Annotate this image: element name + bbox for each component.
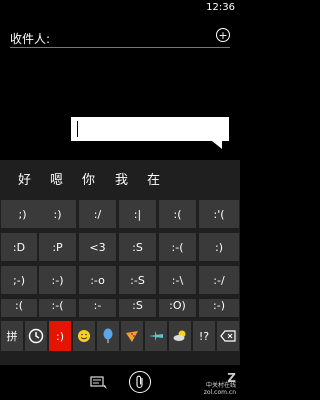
pizza-icon (126, 331, 138, 342)
watermark-line1: 中关村在线 (205, 382, 236, 389)
emoticon-key[interactable]: :( (1, 299, 37, 317)
status-bar: 12:36 (0, 0, 240, 16)
weather-tab-key[interactable] (169, 321, 191, 351)
watermark: Z 中关村在线 zol.com.cn (203, 371, 236, 396)
emoticon-key[interactable]: :D (1, 233, 37, 261)
clock-icon (28, 328, 44, 344)
recipient-label: 收件人: (10, 32, 51, 46)
airplane-tab-key[interactable] (145, 321, 167, 351)
bubble-tail (212, 141, 222, 149)
weather-icon (173, 330, 186, 341)
emoji-toggle-button[interactable] (88, 371, 110, 393)
emoticon-key[interactable]: :S (119, 299, 156, 317)
candidate-5[interactable]: 在 (147, 169, 160, 188)
emoticon-key[interactable]: :-) (199, 299, 239, 317)
message-input[interactable] (71, 117, 229, 141)
candidate-3[interactable]: 你 (82, 169, 95, 188)
emoticon-key[interactable]: :-( (39, 299, 76, 317)
pinyin-mode-key[interactable]: 拼 (1, 321, 23, 351)
add-recipient-icon[interactable]: + (216, 28, 230, 42)
symbols-key[interactable]: !? (193, 321, 215, 351)
emoticon-key[interactable]: :/ (79, 200, 116, 228)
balloon-tab-key[interactable] (97, 321, 119, 351)
emoticon-key[interactable]: :-/ (199, 266, 239, 294)
candidate-bar: 好 嗯 你 我 在 (0, 160, 240, 194)
recent-clock-key[interactable] (25, 321, 47, 351)
emoticon-key[interactable]: :'( (199, 200, 239, 228)
status-time: 12:36 (206, 2, 235, 13)
emoticon-key[interactable]: :-o (79, 266, 116, 294)
pizza-tab-key[interactable] (121, 321, 143, 351)
emoticon-key[interactable]: :-) (39, 266, 76, 294)
smiley-icon (78, 330, 90, 342)
emoticon-key[interactable]: :-S (119, 266, 156, 294)
candidate-1[interactable]: 好 (18, 169, 31, 188)
keyboard: 好 嗯 你 我 在 ;) :) :/ :| :( :'( :D :P <3 :S… (0, 160, 240, 400)
attach-button[interactable] (129, 371, 151, 393)
emoticon-key[interactable]: :-( (159, 233, 196, 261)
emoticon-key[interactable]: :) (199, 233, 239, 261)
balloon-icon (103, 328, 113, 343)
emoticon-tab-key[interactable]: :) (49, 321, 71, 351)
emoticon-key[interactable]: :| (119, 200, 156, 228)
smiley-tab-key[interactable] (73, 321, 95, 351)
paperclip-icon (136, 375, 143, 389)
emoticon-key[interactable]: <3 (79, 233, 116, 261)
emoticon-key[interactable]: ;) (1, 200, 44, 228)
candidate-4[interactable]: 我 (115, 169, 128, 188)
emoticon-key[interactable]: :S (119, 233, 156, 261)
emoticon-key[interactable]: :- (79, 299, 116, 317)
emoticon-key[interactable]: ;-) (1, 266, 37, 294)
airplane-icon (149, 331, 163, 341)
watermark-line2: zol.com.cn (203, 389, 236, 396)
recipient-underline (10, 47, 230, 48)
backspace-icon (220, 330, 236, 342)
emoticon-key[interactable]: :) (39, 200, 76, 228)
candidate-2[interactable]: 嗯 (50, 169, 63, 188)
watermark-logo: Z (227, 371, 236, 385)
backspace-key[interactable] (217, 321, 239, 351)
emoticon-key[interactable]: :P (39, 233, 76, 261)
text-caret (77, 121, 78, 137)
recipient-row[interactable]: 收件人: + (10, 26, 230, 48)
keyboard-chat-icon (90, 376, 107, 389)
emoticon-key[interactable]: :O) (159, 299, 196, 317)
emoticon-key[interactable]: :-\ (159, 266, 196, 294)
app-bar: Z 中关村在线 zol.com.cn (0, 365, 240, 400)
emoticon-key[interactable]: :( (159, 200, 196, 228)
